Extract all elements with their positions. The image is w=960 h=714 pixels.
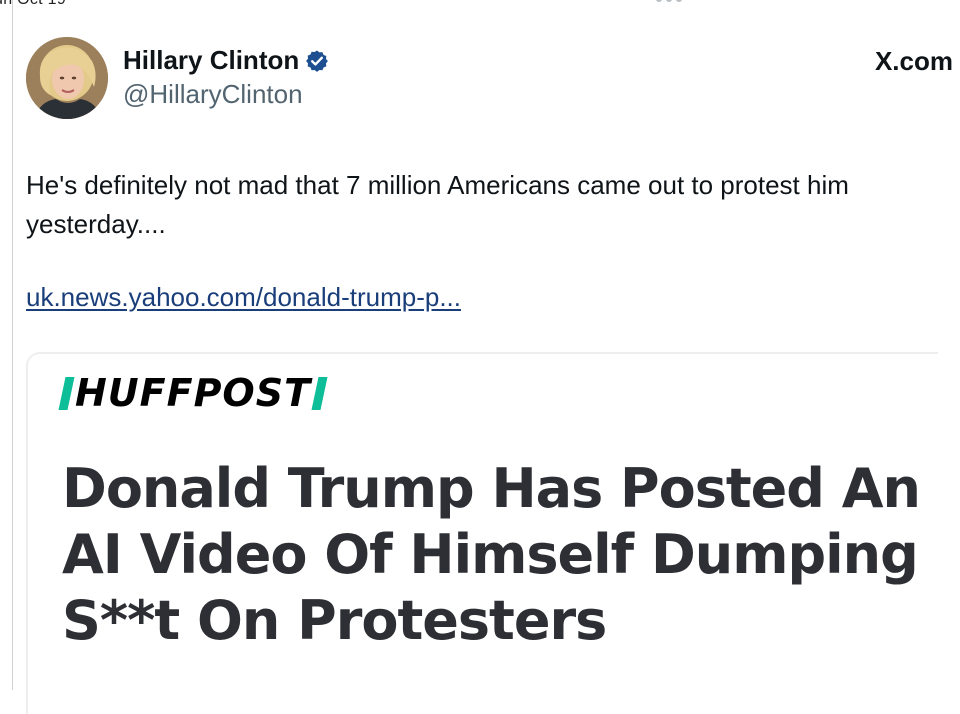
author-name[interactable]: Hillary Clinton: [123, 45, 299, 76]
article-headline[interactable]: Donald Trump Has Posted An AI Video Of H…: [62, 456, 942, 654]
publisher-name: HUFFPOST: [75, 371, 312, 415]
dot: [656, 0, 662, 2]
more-dots-icon[interactable]: [656, 0, 682, 2]
headline-line: Donald Trump Has Posted An: [62, 457, 921, 520]
author-row: Hillary Clinton: [123, 45, 329, 76]
avatar[interactable]: [26, 37, 108, 119]
headline-line: AI Video Of Himself Dumping: [62, 523, 919, 586]
verified-badge-icon: [306, 50, 329, 72]
tweet-link[interactable]: uk.news.yahoo.com/donald-trump-p...: [26, 282, 461, 313]
headline-line: S**t On Protesters: [62, 589, 607, 652]
tweet-text: He's definitely not mad that 7 million A…: [26, 170, 849, 239]
thread-divider: [12, 0, 13, 690]
author-handle[interactable]: @HillaryClinton: [123, 79, 303, 110]
dot: [676, 0, 682, 2]
source-label: X.com: [874, 46, 953, 76]
timestamp-fragment: un Oct 19: [0, 0, 66, 9]
dot: [666, 0, 672, 2]
huffpost-logo: HUFFPOST: [58, 371, 328, 415]
avatar-photo: [26, 37, 108, 119]
